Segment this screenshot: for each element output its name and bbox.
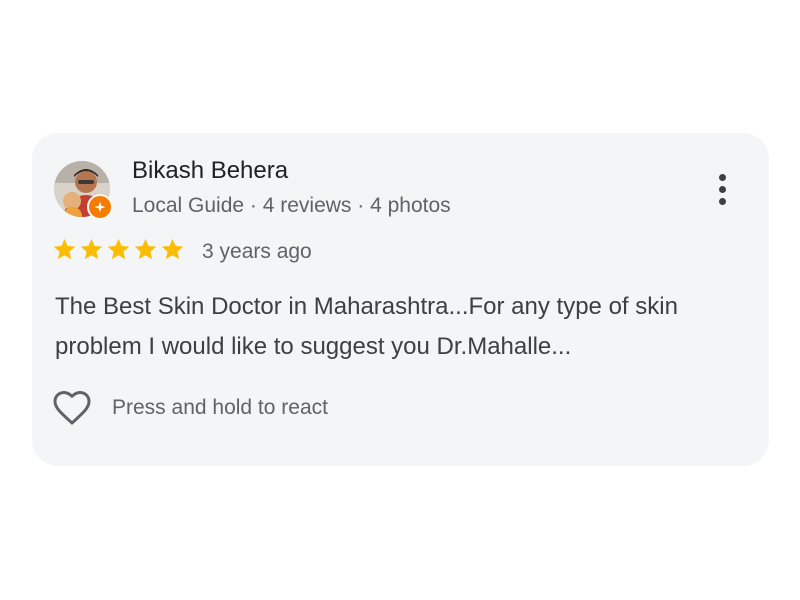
reviewer-name[interactable]: Bikash Behera — [132, 157, 288, 185]
star-icon — [53, 238, 76, 260]
star-icon — [161, 238, 184, 260]
more-vert-icon — [718, 173, 726, 181]
star-rating — [52, 237, 185, 262]
local-guide-badge-icon — [87, 194, 113, 220]
react-button[interactable]: Press and hold to react — [52, 390, 328, 426]
review-text[interactable]: The Best Skin Doctor in Maharashtra...Fo… — [55, 287, 745, 367]
react-label: Press and hold to react — [112, 396, 328, 419]
review-time: 3 years ago — [202, 240, 312, 263]
star-icon — [80, 238, 103, 260]
avatar[interactable] — [54, 161, 113, 220]
more-options-button[interactable] — [708, 169, 736, 209]
heart-outline-icon — [53, 391, 91, 425]
review-card: Bikash Behera Local Guide · 4 reviews · … — [32, 133, 769, 466]
reviewer-meta: Local Guide · 4 reviews · 4 photos — [132, 194, 451, 217]
star-icon — [134, 238, 157, 260]
star-icon — [107, 238, 130, 260]
